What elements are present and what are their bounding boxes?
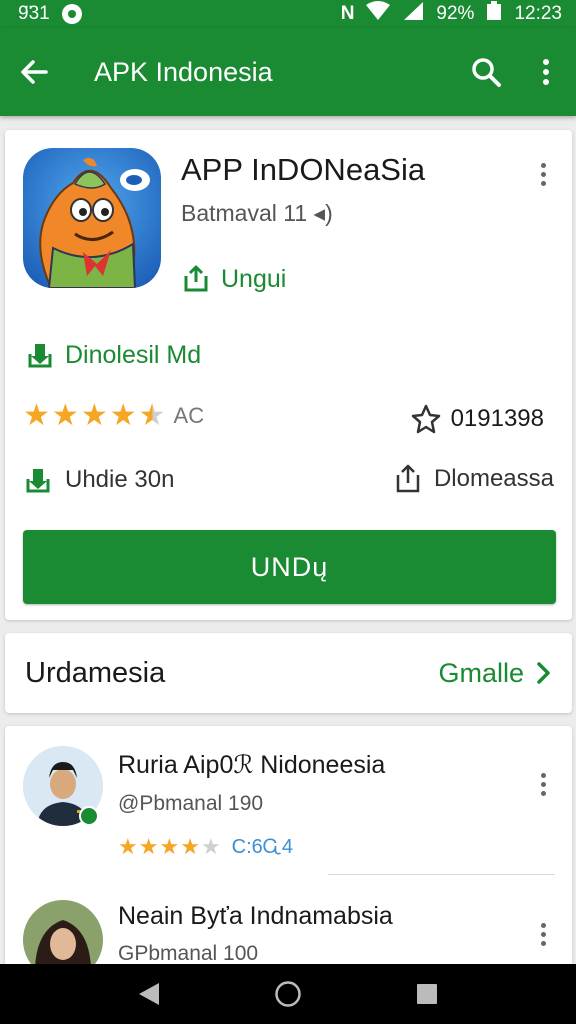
more-vert-icon — [540, 772, 546, 778]
app-rating: ★ ★ ★ ★ ★ AC — [23, 398, 204, 433]
list-item-sub: GPbmanal 100 — [118, 942, 259, 965]
see-more-label: Gmalle — [438, 657, 524, 688]
nav-back-button[interactable] — [129, 974, 169, 1014]
star-full-icon: ★ — [51, 399, 79, 432]
nav-home-button[interactable] — [268, 974, 308, 1014]
share-icon — [184, 265, 208, 292]
battery-percent: 92% — [436, 3, 475, 24]
star-full-icon: ★ — [159, 834, 180, 859]
back-arrow-icon — [21, 60, 48, 84]
share-label: Ungui — [221, 264, 287, 293]
more-options-button[interactable] — [516, 28, 576, 116]
star-full-icon: ★ — [118, 834, 138, 859]
download-link[interactable]: Dinolesil Md — [25, 340, 201, 370]
download-icon — [28, 344, 52, 368]
nav-recents-button[interactable] — [407, 974, 447, 1014]
more-vert-icon — [540, 162, 546, 168]
system-nav-bar — [0, 964, 576, 1024]
app-bar: APK Indonesia — [0, 28, 576, 116]
list-item[interactable]: Ruria Aip0ℛ Nidoneesia @Pbmanal 190 ★ ★ … — [5, 726, 572, 876]
install-button[interactable]: UNDų — [23, 530, 556, 604]
app-size: Uhdie 30n — [23, 465, 174, 495]
app-size-label: Uhdie 30n — [65, 466, 175, 493]
back-button[interactable] — [0, 28, 68, 116]
more-vert-icon — [540, 922, 546, 928]
see-more-link[interactable]: Gmalle — [438, 658, 552, 689]
star-count[interactable]: 0191398 — [411, 404, 544, 434]
notification-icon — [61, 4, 82, 24]
star-full-icon: ★ — [180, 834, 200, 859]
nav-home-icon — [275, 981, 301, 1007]
star-full-icon: ★ — [80, 399, 108, 432]
list-item-sub: @Pbmanal 190 — [118, 792, 264, 815]
list-item[interactable]: Neain Byťa Indnamabsia GPbmanal 100 — [5, 876, 572, 976]
status-bar: 9̈31 N 92% 12:23 — [0, 0, 576, 28]
rating-count: AC — [173, 402, 205, 428]
more-vert-icon — [543, 59, 549, 85]
app-details-card: APP InDONeaSia Batmaval 11 ◂) Ungui Dino… — [5, 130, 572, 620]
app-name: APP InDONeaSia — [181, 152, 426, 187]
list-item-rating-value: C:6Ꮹ4 — [231, 835, 294, 858]
list-item-more-button[interactable] — [528, 764, 558, 804]
app-more-button[interactable] — [528, 154, 558, 194]
star-full-icon: ★ — [23, 399, 50, 432]
star-full-icon: ★ — [138, 834, 159, 859]
nav-recents-icon — [416, 984, 437, 1004]
app-bar-title: APK Indonesia — [94, 56, 273, 87]
search-button[interactable] — [456, 28, 516, 116]
wifi-icon — [366, 1, 391, 27]
search-icon — [472, 58, 501, 87]
battery-icon — [486, 1, 502, 27]
app-icon — [23, 148, 161, 288]
app-category-label: Dlomeassa — [433, 465, 554, 492]
status-clock: 12:23 — [514, 3, 562, 24]
share-icon — [396, 464, 420, 493]
divider — [328, 874, 555, 875]
list-item-more-button[interactable] — [528, 914, 558, 954]
app-category: Dlomeassa — [394, 463, 554, 495]
download-label: Dinolesil Md — [65, 340, 202, 369]
section-header-card: Urdamesia Gmalle — [5, 633, 572, 713]
list-item-name: Ruria Aip0ℛ Nidoneesia — [118, 751, 386, 779]
app-developer: Batmaval 11 ◂) — [181, 200, 333, 226]
star-full-icon: ★ — [109, 399, 137, 432]
star-count-value: 0191398 — [450, 405, 544, 432]
download-icon — [26, 469, 50, 493]
share-link[interactable]: Ungui — [181, 264, 286, 294]
star-empty-icon: ★ — [200, 834, 221, 859]
signal-icon — [402, 1, 424, 27]
chevron-right-icon — [537, 662, 550, 684]
section-title: Urdamesia — [25, 656, 166, 689]
status-time-left: 9̈31 — [18, 3, 50, 24]
star-outline-icon — [411, 404, 440, 434]
apps-list-card: Ruria Aip0ℛ Nidoneesia @Pbmanal 190 ★ ★ … — [5, 726, 572, 976]
list-item-name: Neain Byťa Indnamabsia — [118, 902, 393, 930]
nfc-icon: N — [340, 3, 355, 24]
verified-badge — [79, 806, 99, 826]
nav-back-icon — [139, 983, 160, 1005]
star-half-icon: ★ — [138, 399, 166, 432]
list-item-rating: ★ ★ ★ ★ ★ C:6Ꮹ4 — [118, 834, 293, 860]
